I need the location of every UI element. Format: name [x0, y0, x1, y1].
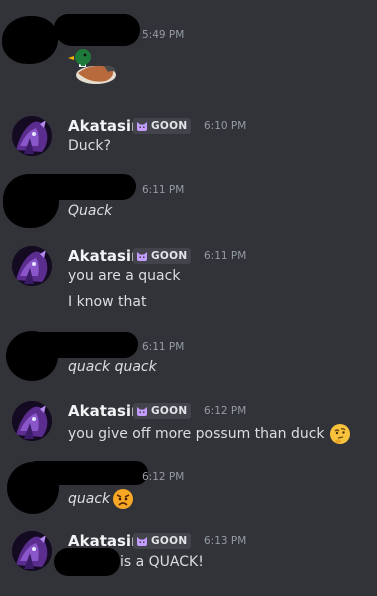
message-text: is a QUACK! [120, 554, 204, 570]
message-timestamp: 6:13 PM [204, 535, 247, 547]
username[interactable]: Akatasin [68, 117, 142, 135]
redacted-avatar [2, 16, 58, 64]
message-group: Akatasin GOON 6:12 PM you give off more … [0, 398, 377, 456]
message-text: Duck? [68, 138, 111, 154]
username[interactable]: Akatasin [68, 247, 142, 265]
cat-icon [136, 536, 148, 547]
message-timestamp: 6:11 PM [142, 341, 185, 353]
message-group: Akatasin GOON 6:10 PM Duck? [0, 112, 377, 172]
message-group: Akatasin GOON 6:13 PM is a QUACK! [0, 528, 377, 594]
guild-tag-label: GOON [151, 120, 188, 132]
message-text-row: quack [68, 488, 134, 510]
message-text: I know that [68, 294, 147, 310]
avatar[interactable] [12, 246, 52, 286]
redacted-username [24, 174, 136, 200]
message-text: quack quack [68, 359, 157, 375]
message-group: 6:11 PM quack quack [0, 327, 377, 387]
message-timestamp: 6:11 PM [204, 250, 247, 262]
message-timestamp: 6:12 PM [142, 471, 185, 483]
message-timestamp: 6:11 PM [142, 184, 185, 196]
message-timestamp: 5:49 PM [142, 29, 185, 41]
chat-message-list: 5:49 PM Akatasin GOON 6:10 PM Duck? 6:11… [0, 0, 377, 596]
message-text-row: you give off more possum than duck [68, 423, 351, 445]
guild-tag[interactable]: GOON [133, 248, 192, 264]
redacted-mention [54, 548, 120, 576]
username[interactable]: Akatasin [68, 402, 142, 420]
message-text: you give off more possum than duck [68, 426, 325, 442]
redacted-username [54, 14, 140, 46]
guild-tag[interactable]: GOON [133, 118, 192, 134]
avatar[interactable] [12, 401, 52, 441]
avatar[interactable] [12, 531, 52, 571]
message-text: quack [68, 491, 111, 507]
message-group: 6:12 PM quack [0, 458, 377, 518]
cat-icon [136, 406, 148, 417]
guild-tag[interactable]: GOON [133, 533, 192, 549]
guild-tag[interactable]: GOON [133, 403, 192, 419]
message-text: you are a quack [68, 268, 181, 284]
message-group: Akatasin GOON 6:11 PM you are a quack I … [0, 243, 377, 317]
redacted-username [28, 332, 138, 358]
message-timestamp: 6:12 PM [204, 405, 247, 417]
message-timestamp: 6:10 PM [204, 120, 247, 132]
message-group: 5:49 PM [0, 0, 377, 100]
message-text: Quack [68, 203, 113, 219]
guild-tag-label: GOON [151, 405, 188, 417]
cat-icon [136, 251, 148, 262]
guild-tag-label: GOON [151, 250, 188, 262]
message-group: 6:11 PM Quack [0, 168, 377, 230]
avatar[interactable] [12, 116, 52, 156]
duck-emoji[interactable] [68, 46, 118, 90]
cat-icon [136, 121, 148, 132]
thinking-face-emoji[interactable] [329, 423, 351, 445]
angry-face-emoji[interactable] [112, 488, 134, 510]
redacted-username [26, 461, 148, 485]
guild-tag-label: GOON [151, 535, 188, 547]
